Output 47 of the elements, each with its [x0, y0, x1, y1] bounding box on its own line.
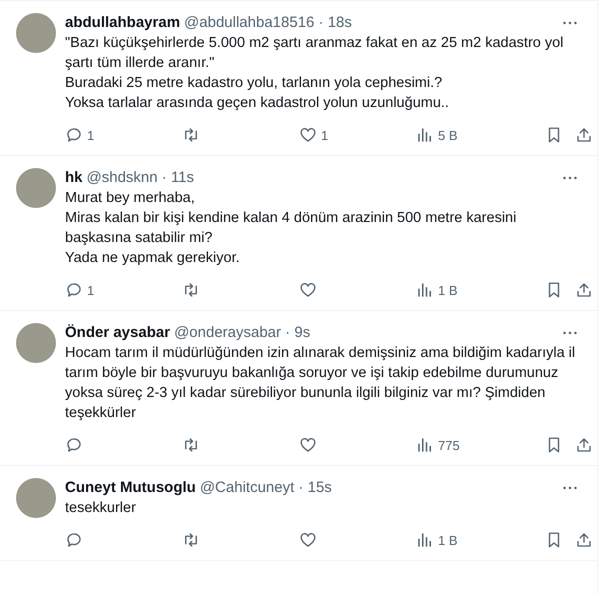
reply-icon[interactable]: [65, 281, 83, 299]
views-icon[interactable]: [416, 281, 434, 299]
handle-and-time: @abdullahba18516 · 18s: [184, 13, 352, 33]
more-icon[interactable]: [563, 331, 577, 335]
more-icon[interactable]: [563, 486, 577, 490]
share-icon[interactable]: [575, 281, 593, 299]
reply-count: 1: [87, 128, 94, 142]
view-count: 5 B: [438, 128, 458, 142]
reply-icon[interactable]: [65, 436, 83, 454]
display-name[interactable]: hk: [65, 168, 83, 188]
display-name[interactable]: Önder aysabar: [65, 323, 170, 343]
handle-and-time: @Cahitcuneyt · 15s: [200, 478, 332, 498]
heart-icon[interactable]: [299, 436, 317, 454]
reply-icon[interactable]: [65, 126, 83, 144]
views-icon[interactable]: [416, 531, 434, 549]
reply-text: Murat bey merhaba, Miras kalan bir kişi kendine kalan 4 dönüm arazinin 500 metre karesini başkasına satabilir mi? Yada ne yapmak gerekiyor.: [65, 189, 518, 268]
share-icon[interactable]: [575, 531, 593, 549]
more-icon[interactable]: [563, 21, 577, 25]
views-icon[interactable]: [416, 436, 434, 454]
handle-and-time: @onderaysabar · 9s: [174, 323, 310, 343]
view-count: 775: [438, 438, 460, 452]
display-name[interactable]: abdullahbayram: [65, 13, 180, 33]
repost-icon[interactable]: [182, 531, 200, 549]
reply-text: tesekkurler: [65, 499, 137, 518]
share-icon[interactable]: [575, 436, 593, 454]
repost-icon[interactable]: [182, 126, 200, 144]
reply-count: 1: [87, 282, 94, 298]
like-count: 1: [321, 128, 328, 142]
more-icon[interactable]: [563, 176, 577, 180]
display-name[interactable]: Cuneyt Mutusoglu: [65, 478, 196, 498]
avatar-photo[interactable]: [16, 13, 56, 53]
avatar-photo[interactable]: [16, 478, 56, 518]
repost-icon[interactable]: [182, 281, 200, 299]
reply-icon[interactable]: [65, 531, 83, 549]
reply-text: "Bazı küçükşehirlerde 5.000 m2 şartı aranmaz fakat en az 25 m2 kadastro yol şartı tüm illerde aranır." Buradaki 25 metre kadastro yolu, tarlanın yola cephesimi.? Yoksa tarlalar arasında geçen kadastrol yolun uzunluğumu..: [65, 34, 564, 113]
heart-icon[interactable]: [299, 281, 317, 299]
avatar-photo[interactable]: [16, 168, 56, 208]
avatar-photo[interactable]: [16, 323, 56, 363]
view-count: 1 B: [438, 282, 458, 298]
repost-icon[interactable]: [182, 436, 200, 454]
view-count: 1 B: [438, 532, 458, 548]
heart-icon[interactable]: [299, 126, 317, 144]
handle-and-time: @shdsknn · 11s: [86, 168, 194, 188]
views-icon[interactable]: [416, 126, 434, 144]
share-icon[interactable]: [575, 126, 593, 144]
reply-text: Hocam tarım il müdürlüğünden izin alınarak demişsiniz ama bildiğim kadarıyla il tarım böyle bir başvuruyu bakanlığa soruyor ve işi takip edebilme durumunuz yoksa süreç 2-3 yıl kadar sürebiliyor bununla ilgili bilginiz var mı? Şimdiden teşekkürler: [65, 344, 576, 423]
heart-icon[interactable]: [299, 531, 317, 549]
